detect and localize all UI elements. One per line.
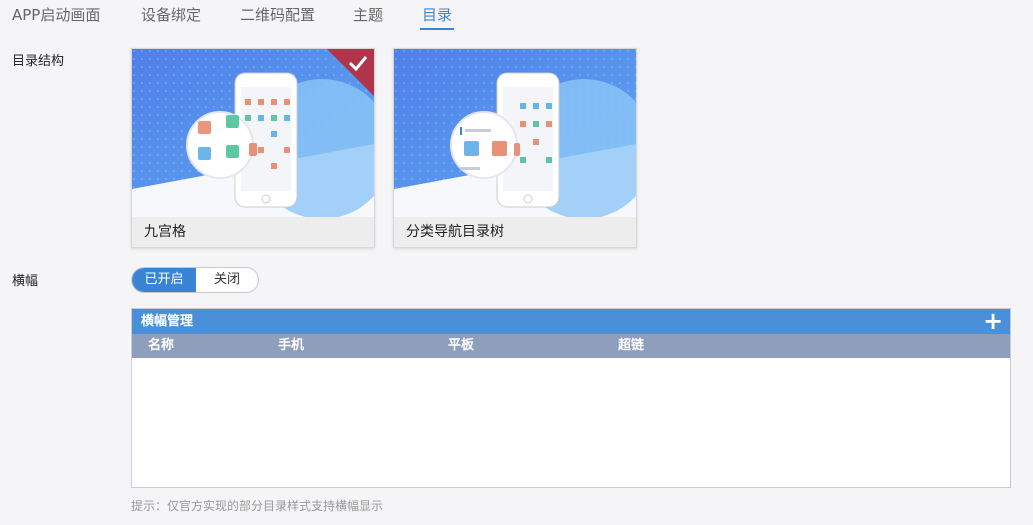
- banner-hint-text: 提示：仅官方实现的部分目录样式支持横幅显示: [131, 499, 384, 513]
- tab-bar: APP启动画面 设备绑定 二维码配置 主题 目录: [0, 0, 1033, 34]
- directory-structure-label: 目录结构: [12, 54, 65, 69]
- tab-directory[interactable]: 目录: [422, 4, 452, 25]
- tab-theme[interactable]: 主题: [353, 4, 383, 25]
- plus-icon[interactable]: +: [982, 309, 1004, 333]
- banner-management-header: 横幅管理 +: [132, 309, 1010, 334]
- grid-preview-image: [132, 49, 374, 217]
- tab-qrcode-config[interactable]: 二维码配置: [240, 4, 315, 25]
- directory-option-grid[interactable]: 九宫格: [131, 48, 375, 248]
- directory-option-category-tree-label: 分类导航目录树: [394, 217, 636, 247]
- banner-management-panel: 横幅管理 + 名称 手机 平板 超链: [131, 308, 1011, 488]
- category-tree-preview-image: [394, 49, 636, 217]
- tab-device-binding[interactable]: 设备绑定: [141, 4, 201, 25]
- banner-toggle-off[interactable]: 关闭: [196, 268, 258, 292]
- tab-app-launch[interactable]: APP启动画面: [12, 4, 100, 25]
- directory-option-grid-label: 九宫格: [132, 217, 374, 247]
- banner-table-header: 名称 手机 平板 超链: [132, 334, 1010, 358]
- banner-toggle-on[interactable]: 已开启: [132, 268, 196, 292]
- column-tablet: 平板: [448, 338, 475, 353]
- column-hyperlink: 超链: [618, 338, 645, 353]
- directory-option-category-tree[interactable]: 分类导航目录树: [393, 48, 637, 248]
- banner-label: 横幅: [12, 274, 39, 289]
- banner-toggle: 已开启 关闭: [131, 267, 259, 293]
- banner-management-title: 横幅管理: [141, 314, 194, 329]
- column-name: 名称: [148, 338, 175, 353]
- active-tab-indicator: [420, 28, 454, 30]
- banner-table-body: [132, 358, 1010, 487]
- column-phone: 手机: [278, 338, 305, 353]
